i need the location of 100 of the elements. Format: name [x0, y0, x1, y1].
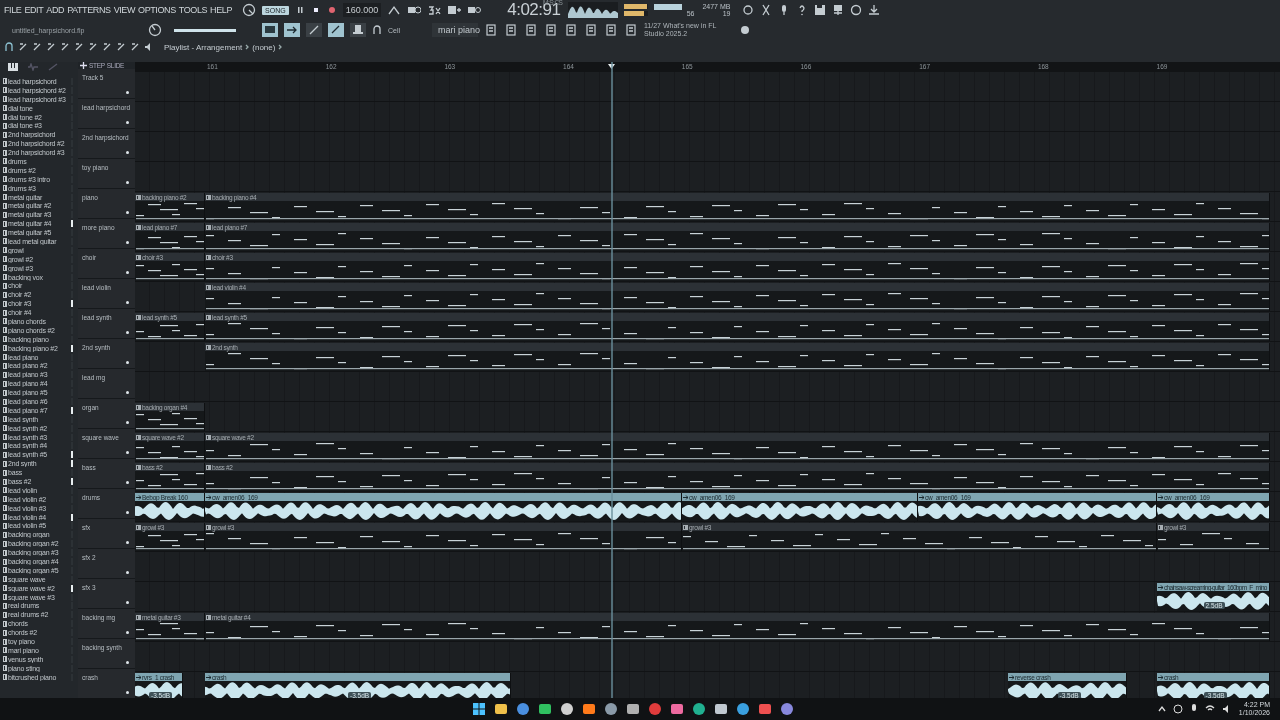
menu-item[interactable]: PATTERNS	[67, 5, 111, 15]
app-icon[interactable]	[494, 702, 508, 716]
channel-icon	[3, 140, 7, 147]
app-icon[interactable]	[516, 702, 530, 716]
track-led[interactable]	[126, 151, 129, 154]
audio-clip-icon	[1158, 494, 1163, 500]
app-icon[interactable]	[560, 702, 574, 716]
channel-icon	[3, 674, 7, 681]
track-led[interactable]	[126, 661, 129, 664]
pattern-clip-icon	[136, 224, 141, 230]
track-led[interactable]	[126, 271, 129, 274]
chevron-right-icon[interactable]	[278, 44, 283, 50]
track-led[interactable]	[126, 331, 129, 334]
chat-icon[interactable]	[850, 4, 863, 16]
pattern-clip-icon	[136, 464, 141, 470]
pattern-clip-icon	[136, 404, 141, 410]
chevron-up-icon[interactable]	[1157, 705, 1166, 713]
channel-icon	[3, 478, 7, 485]
start-icon[interactable]	[472, 702, 486, 716]
track-led[interactable]	[126, 301, 129, 304]
pattern-clip-icon	[1158, 524, 1163, 530]
channel-selector[interactable]: mari piano	[432, 23, 478, 37]
channel-icon	[3, 122, 7, 129]
audio-clip-icon	[136, 674, 141, 680]
step-record-icon[interactable]	[447, 4, 462, 16]
app-icon[interactable]	[758, 702, 772, 716]
magnet-icon[interactable]	[4, 42, 14, 52]
channel-icon	[3, 167, 7, 174]
track-led[interactable]	[126, 451, 129, 454]
record-icon[interactable]	[326, 5, 337, 15]
track-led[interactable]	[126, 211, 129, 214]
countdown-icon[interactable]	[427, 4, 442, 16]
track-led[interactable]	[126, 571, 129, 574]
save-new-icon[interactable]	[832, 4, 845, 16]
app-icon[interactable]	[714, 702, 728, 716]
app-icon[interactable]	[736, 702, 750, 716]
track-led[interactable]	[126, 691, 129, 694]
globe-icon[interactable]	[740, 25, 750, 35]
volume-knob[interactable]	[148, 23, 162, 37]
pattern-clip-icon	[206, 224, 211, 230]
undo-icon[interactable]	[742, 4, 755, 16]
track-led[interactable]	[126, 241, 129, 244]
app-icon[interactable]	[582, 702, 596, 716]
audio-clip-icon	[136, 494, 141, 500]
metronome-icon[interactable]	[387, 4, 402, 16]
track-led[interactable]	[126, 391, 129, 394]
track-led[interactable]	[126, 481, 129, 484]
chevron-right-icon[interactable]	[245, 44, 250, 50]
menu-item[interactable]: EDIT	[24, 5, 44, 15]
cpu-meter	[654, 3, 683, 10]
track-led[interactable]	[126, 541, 129, 544]
headset-icon[interactable]	[1172, 704, 1183, 714]
menu-item[interactable]: FILE	[4, 5, 22, 15]
menu-item[interactable]: TOOLS	[178, 5, 208, 15]
channel-icon	[3, 665, 7, 672]
channel-icon	[3, 567, 7, 574]
app-icon[interactable]	[692, 702, 706, 716]
magnet-icon[interactable]	[372, 25, 382, 35]
channel-icon	[3, 345, 7, 352]
menu-item[interactable]: VIEW	[113, 5, 136, 15]
track-led[interactable]	[126, 631, 129, 634]
toolbar-button[interactable]	[328, 23, 344, 37]
menu-item[interactable]: OPTIONS	[138, 5, 176, 15]
channel-icon	[3, 238, 7, 245]
add-icon[interactable]	[80, 62, 87, 69]
channel-icon	[3, 558, 7, 565]
track-led[interactable]	[126, 361, 129, 364]
channel-icon	[3, 380, 7, 387]
track-led[interactable]	[126, 121, 129, 124]
app-icon[interactable]	[780, 702, 794, 716]
toolbar-button[interactable]	[284, 23, 300, 37]
track-led[interactable]	[126, 91, 129, 94]
track-led[interactable]	[126, 421, 129, 424]
pattern-clip-icon	[136, 194, 141, 200]
menu-item[interactable]: ADD	[46, 5, 65, 15]
track-led[interactable]	[126, 601, 129, 604]
app-icon[interactable]	[670, 702, 684, 716]
channel-icon	[3, 265, 7, 272]
save-icon[interactable]	[814, 4, 827, 16]
audio-clip-icon	[206, 674, 211, 680]
pattern-selector[interactable]: (none)	[252, 42, 276, 52]
menu-item[interactable]: HELP	[210, 5, 233, 15]
download-icon[interactable]	[868, 4, 881, 16]
channel-icon	[3, 576, 7, 583]
piano-icon[interactable]	[8, 63, 18, 71]
app-icon[interactable]	[626, 702, 640, 716]
track-led[interactable]	[126, 511, 129, 514]
microphone-icon[interactable]	[1189, 704, 1198, 714]
channel-icon	[3, 451, 7, 458]
pitch-knob[interactable]	[242, 3, 257, 17]
app-icon[interactable]	[604, 702, 618, 716]
app-icon[interactable]	[538, 702, 552, 716]
loop-record-icon[interactable]	[467, 4, 482, 16]
channel-icon	[3, 656, 7, 663]
tempo-display[interactable]: 160.000	[342, 3, 382, 17]
channel-icon	[3, 327, 7, 334]
channel-icon	[3, 416, 7, 423]
track-led[interactable]	[126, 181, 129, 184]
wait-icon[interactable]	[407, 4, 422, 16]
toolbar-button[interactable]	[350, 23, 366, 37]
